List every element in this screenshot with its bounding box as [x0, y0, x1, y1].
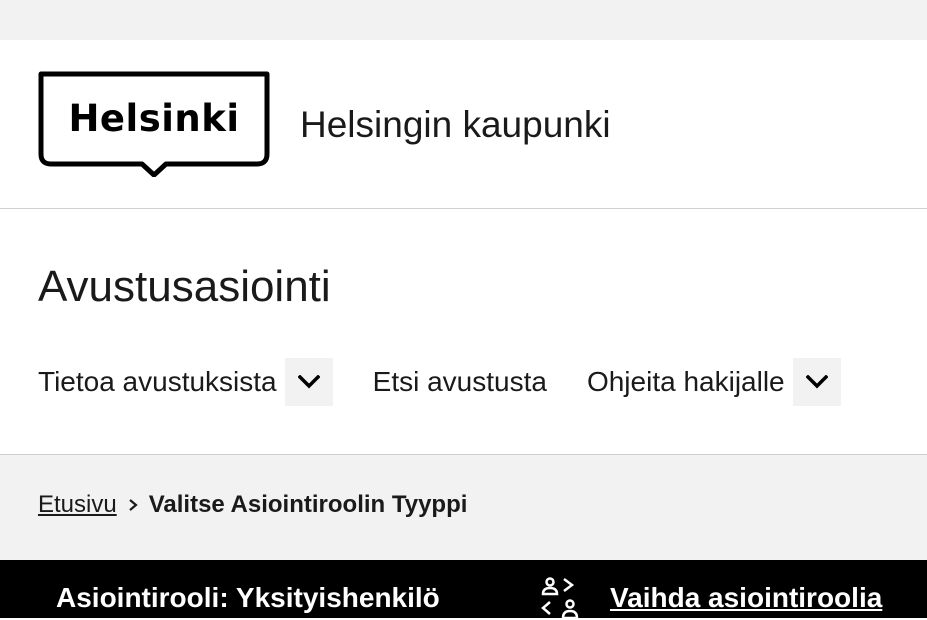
nav-item-ohjeita-hakijalle[interactable]: Ohjeita hakijalle [587, 358, 841, 406]
site-header: Helsinki Helsingin kaupunki [0, 40, 927, 209]
main-navigation: Tietoa avustuksista Etsi avustusta Ohjei… [38, 358, 841, 406]
top-strip [0, 0, 927, 40]
nav-item-label[interactable]: Etsi avustusta [373, 366, 547, 398]
breadcrumb-home-link[interactable]: Etusivu [38, 491, 117, 519]
role-bar: Asiointirooli: Yksityishenkilö Vaihda as… [0, 560, 927, 620]
nav-item-label[interactable]: Tietoa avustuksista [38, 366, 277, 398]
chevron-down-icon [805, 375, 828, 389]
nav-item-label[interactable]: Ohjeita hakijalle [587, 366, 785, 398]
breadcrumb: Etusivu Valitse Asiointiroolin Tyyppi [38, 491, 467, 519]
nav-dropdown-toggle[interactable] [792, 358, 841, 406]
nav-item-tietoa-avustuksista[interactable]: Tietoa avustuksista [38, 358, 333, 406]
switch-role-icon [541, 577, 579, 620]
nav-item-etsi-avustusta[interactable]: Etsi avustusta [373, 366, 547, 398]
breadcrumb-bar: Etusivu Valitse Asiointiroolin Tyyppi [0, 455, 927, 560]
nav-dropdown-toggle[interactable] [284, 358, 333, 406]
switch-role-link[interactable]: Vaihda asiointiroolia [540, 576, 882, 620]
chevron-down-icon [297, 375, 320, 389]
site-name[interactable]: Helsingin kaupunki [300, 104, 611, 146]
switch-role-label[interactable]: Vaihda asiointiroolia [610, 582, 882, 614]
chevron-right-icon [127, 497, 139, 513]
breadcrumb-current: Valitse Asiointiroolin Tyyppi [148, 491, 468, 518]
logo-text: Helsinki [68, 97, 240, 140]
service-title[interactable]: Avustusasiointi [38, 262, 331, 312]
current-role-label: Asiointirooli: Yksityishenkilö [56, 582, 440, 613]
helsinki-logo[interactable]: Helsinki [38, 71, 270, 177]
